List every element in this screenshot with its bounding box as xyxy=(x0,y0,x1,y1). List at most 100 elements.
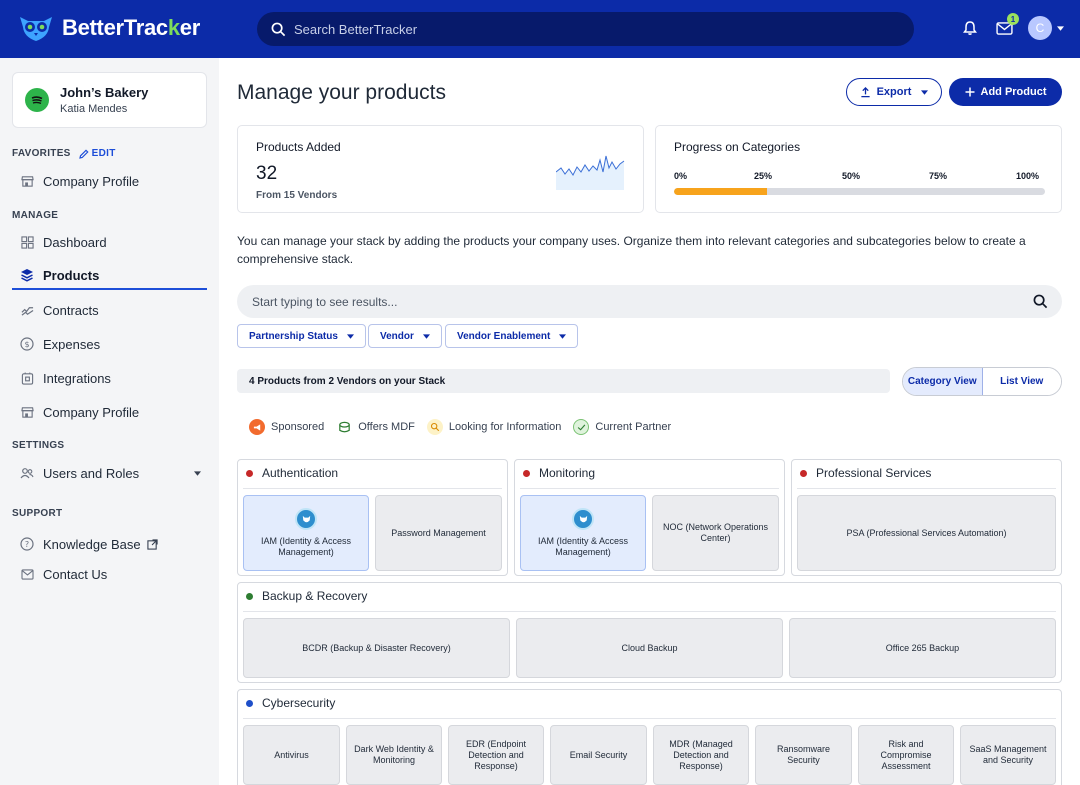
product-tile-email-security[interactable]: Email Security xyxy=(550,725,647,785)
legend-current-partner: Current Partner xyxy=(573,419,671,435)
sidebar-item-users-and-roles[interactable]: Users and Roles xyxy=(12,459,207,487)
top-bar: BetterTracker 1 C xyxy=(0,0,1080,58)
svg-text:?: ? xyxy=(25,540,29,549)
store-icon xyxy=(19,173,35,189)
company-name: John’s Bakery xyxy=(60,85,149,100)
progress-tick-labels: 0% 25% 50% 75% 100% xyxy=(674,171,1045,183)
progress-tick: 100% xyxy=(1016,171,1040,181)
category-monitoring: Monitoring IAM (Identity & Access Manage… xyxy=(514,459,785,576)
product-tile-psa[interactable]: PSA (Professional Services Automation) xyxy=(797,495,1056,571)
product-tile-noc[interactable]: NOC (Network Operations Center) xyxy=(652,495,779,571)
vendor-logo-icon xyxy=(572,508,594,530)
legend-offers-mdf: Offers MDF xyxy=(336,419,415,435)
search-icon[interactable] xyxy=(1033,294,1048,309)
caret-down-icon xyxy=(422,333,430,339)
product-tile-password-management[interactable]: Password Management xyxy=(375,495,502,571)
product-tile-iam[interactable]: IAM (Identity & Access Management) xyxy=(243,495,369,571)
grid-icon xyxy=(19,234,35,250)
list-view-button[interactable]: List View xyxy=(982,368,1061,395)
export-button[interactable]: Export xyxy=(846,78,942,106)
legend: Sponsored Offers MDF Looking for Informa… xyxy=(249,419,683,435)
legend-looking-for-information: Looking for Information xyxy=(426,419,561,435)
check-icon xyxy=(573,419,590,435)
product-tile-saas-management[interactable]: SaaS Management and Security xyxy=(960,725,1056,785)
filter-partnership-status[interactable]: Partnership Status xyxy=(237,324,366,348)
settings-heading: SETTINGS xyxy=(12,440,65,451)
mail-icon[interactable]: 1 xyxy=(994,13,1019,38)
question-icon: ? xyxy=(19,536,35,552)
sidebar-item-dashboard[interactable]: Dashboard xyxy=(12,228,207,256)
svg-text:$: $ xyxy=(24,340,29,349)
sidebar-item-contracts[interactable]: Contracts xyxy=(12,296,207,324)
category-backup-recovery: Backup & Recovery BCDR (Backup & Disaste… xyxy=(237,582,1062,683)
magnifier-icon xyxy=(426,419,443,435)
owl-logo-icon xyxy=(20,17,52,41)
progress-tick: 0% xyxy=(674,171,688,181)
status-dot xyxy=(246,699,253,707)
sidebar-item-contact-us[interactable]: Contact Us xyxy=(12,560,207,588)
progress-categories-card: Progress on Categories 0% 25% 50% 75% 10… xyxy=(655,125,1062,213)
product-tile-dark-web[interactable]: Dark Web Identity & Monitoring xyxy=(346,725,442,785)
caret-down-icon xyxy=(346,333,354,339)
status-dot xyxy=(246,469,253,477)
dollar-icon: $ xyxy=(19,336,35,352)
progress-tick: 50% xyxy=(842,171,861,181)
layers-icon xyxy=(19,267,35,283)
products-added-count: 32 xyxy=(256,163,278,184)
category-authentication: Authentication IAM (Identity & Access Ma… xyxy=(237,459,508,576)
company-logo-icon xyxy=(25,88,49,112)
handshake-icon xyxy=(19,302,35,318)
add-product-button[interactable]: Add Product xyxy=(949,78,1062,106)
caret-down-icon xyxy=(559,333,567,339)
favorites-edit-button[interactable]: EDIT xyxy=(78,148,116,159)
sidebar-item-company-profile[interactable]: Company Profile xyxy=(12,398,207,426)
filter-vendor-enablement[interactable]: Vendor Enablement xyxy=(445,324,579,348)
company-switcher[interactable]: John’s Bakery Katia Mendes xyxy=(12,72,207,128)
product-tile-edr[interactable]: EDR (Endpoint Detection and Response) xyxy=(448,725,544,785)
product-tile-bcdr[interactable]: BCDR (Backup & Disaster Recovery) xyxy=(243,618,510,678)
caret-down-icon xyxy=(1057,25,1064,31)
vendor-logo-icon xyxy=(295,508,317,530)
search-icon xyxy=(271,22,286,36)
category-title: Monitoring xyxy=(539,466,596,480)
global-search[interactable] xyxy=(257,12,914,46)
category-title: Cybersecurity xyxy=(262,696,336,710)
company-user: Katia Mendes xyxy=(60,103,128,115)
category-view-button[interactable]: Category View xyxy=(903,368,983,395)
product-tile-office-backup[interactable]: Office 265 Backup xyxy=(789,618,1056,678)
sparkline-chart xyxy=(556,155,625,190)
coins-icon xyxy=(336,419,353,435)
user-menu[interactable]: C xyxy=(1028,16,1064,40)
integrations-icon xyxy=(19,370,35,386)
product-tile-iam[interactable]: IAM (Identity & Access Management) xyxy=(520,495,646,571)
progress-bar-fill xyxy=(674,188,767,195)
product-search[interactable] xyxy=(237,285,1062,318)
product-tile-cloud-backup[interactable]: Cloud Backup xyxy=(516,618,783,678)
status-dot xyxy=(246,592,253,600)
sidebar: John’s Bakery Katia Mendes FAVORITES EDI… xyxy=(0,58,219,785)
product-tile-antivirus[interactable]: Antivirus xyxy=(243,725,340,785)
sidebar-item-knowledge-base[interactable]: ? Knowledge Base xyxy=(12,530,207,558)
sidebar-item-favorite-company-profile[interactable]: Company Profile xyxy=(12,167,207,195)
stack-summary: 4 Products from 2 Vendors on your Stack xyxy=(237,369,890,393)
manage-heading: MANAGE xyxy=(12,210,59,221)
category-title: Authentication xyxy=(262,466,339,480)
caret-down-icon xyxy=(921,89,929,95)
products-added-card: Products Added 32 From 15 Vendors xyxy=(237,125,644,213)
progress-title: Progress on Categories xyxy=(674,140,801,154)
favorites-heading: FAVORITES EDIT xyxy=(12,148,116,159)
sidebar-item-products[interactable]: Products xyxy=(12,262,207,290)
global-search-input[interactable] xyxy=(294,21,874,37)
filter-vendor[interactable]: Vendor xyxy=(368,324,442,348)
product-tile-mdr[interactable]: MDR (Managed Detection and Response) xyxy=(653,725,749,785)
product-search-input[interactable] xyxy=(252,294,1012,309)
sidebar-item-expenses[interactable]: $ Expenses xyxy=(12,330,207,358)
upload-icon xyxy=(860,86,870,97)
product-tile-ransomware[interactable]: Ransomware Security xyxy=(755,725,852,785)
product-tile-risk-assessment[interactable]: Risk and Compromise Assessment xyxy=(858,725,954,785)
view-toggle: Category View List View xyxy=(902,367,1062,396)
brand-logo[interactable]: BetterTracker xyxy=(18,13,200,43)
sidebar-item-integrations[interactable]: Integrations xyxy=(12,364,207,392)
users-icon xyxy=(19,465,35,481)
bell-icon[interactable] xyxy=(960,18,980,38)
